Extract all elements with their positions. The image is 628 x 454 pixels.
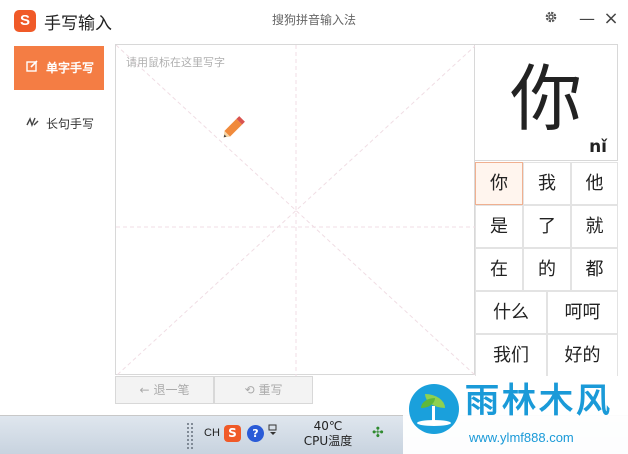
edit-icon: [26, 46, 40, 90]
sogou-tray-icon[interactable]: S: [224, 425, 241, 442]
sidebar-item-label: 单字手写: [46, 61, 95, 75]
candidate-item[interactable]: 的: [523, 248, 571, 291]
sidebar-item-single-char[interactable]: 单字手写: [14, 46, 104, 90]
candidate-item[interactable]: 就: [571, 205, 618, 248]
char-preview: 你 nǐ: [475, 44, 618, 161]
preview-pinyin: nǐ: [589, 137, 607, 157]
cpu-temp-value: 40℃: [313, 419, 343, 433]
pad-buttons: ← 退一笔 ⟲ 重写: [115, 376, 315, 404]
pad-placeholder: 请用鼠标在这里写字: [126, 56, 225, 69]
close-button[interactable]: ×: [600, 8, 622, 30]
watermark-title: 雨林木风: [465, 381, 613, 421]
candidate-list: 你 我 他 是 了 就 在 的 都 什么 呵呵 我们 好的: [475, 162, 618, 376]
refresh-icon: ⟲: [244, 383, 255, 397]
preview-char: 你: [509, 57, 582, 141]
window-title: 搜狗拼音输入法: [271, 13, 356, 27]
watermark-url: www.ylmf888.com: [469, 430, 574, 445]
cpu-temperature: 40℃ CPU温度: [300, 419, 356, 449]
candidate-item[interactable]: 了: [523, 205, 571, 248]
language-indicator[interactable]: CH: [204, 427, 220, 439]
rewrite-button[interactable]: ⟲ 重写: [214, 376, 313, 404]
tray-options-icon[interactable]: [268, 424, 278, 439]
candidate-item[interactable]: 呵呵: [547, 291, 618, 334]
sidebar: 单字手写 长句手写: [0, 42, 112, 417]
candidate-item[interactable]: 是: [475, 205, 523, 248]
candidate-item[interactable]: 你: [475, 162, 523, 205]
candidate-item[interactable]: 什么: [475, 291, 547, 334]
sidebar-item-label: 长句手写: [46, 117, 95, 131]
candidate-item[interactable]: 我们: [475, 334, 547, 376]
help-icon[interactable]: ?: [247, 425, 264, 442]
undo-stroke-label: 退一笔: [153, 383, 190, 397]
scribble-icon: [26, 102, 40, 146]
cpu-temp-label: CPU温度: [303, 434, 353, 448]
taskbar-grip[interactable]: [186, 422, 194, 450]
pencil-icon: [220, 111, 250, 145]
arrow-left-icon: ←: [139, 383, 150, 397]
handwriting-pad[interactable]: 请用鼠标在这里写字: [115, 44, 476, 376]
minimize-button[interactable]: —: [576, 8, 598, 30]
sidebar-item-long-sentence[interactable]: 长句手写: [14, 102, 104, 146]
pad-guide-lines: [116, 45, 476, 376]
ylmf-logo-icon: [409, 384, 459, 434]
title-bar: S 手写输入 搜狗拼音输入法 — ×: [0, 0, 628, 42]
candidate-item[interactable]: 他: [571, 162, 618, 205]
gear-icon: [545, 11, 557, 23]
watermark: 雨林木风 www.ylmf888.com: [403, 378, 628, 454]
candidate-item[interactable]: 我: [523, 162, 571, 205]
rewrite-label: 重写: [258, 383, 283, 397]
settings-button[interactable]: [540, 8, 562, 30]
candidate-item[interactable]: 都: [571, 248, 618, 291]
network-icon[interactable]: ✣: [372, 425, 384, 441]
candidate-item[interactable]: 好的: [547, 334, 618, 376]
undo-stroke-button[interactable]: ← 退一笔: [115, 376, 214, 404]
candidate-item[interactable]: 在: [475, 248, 523, 291]
